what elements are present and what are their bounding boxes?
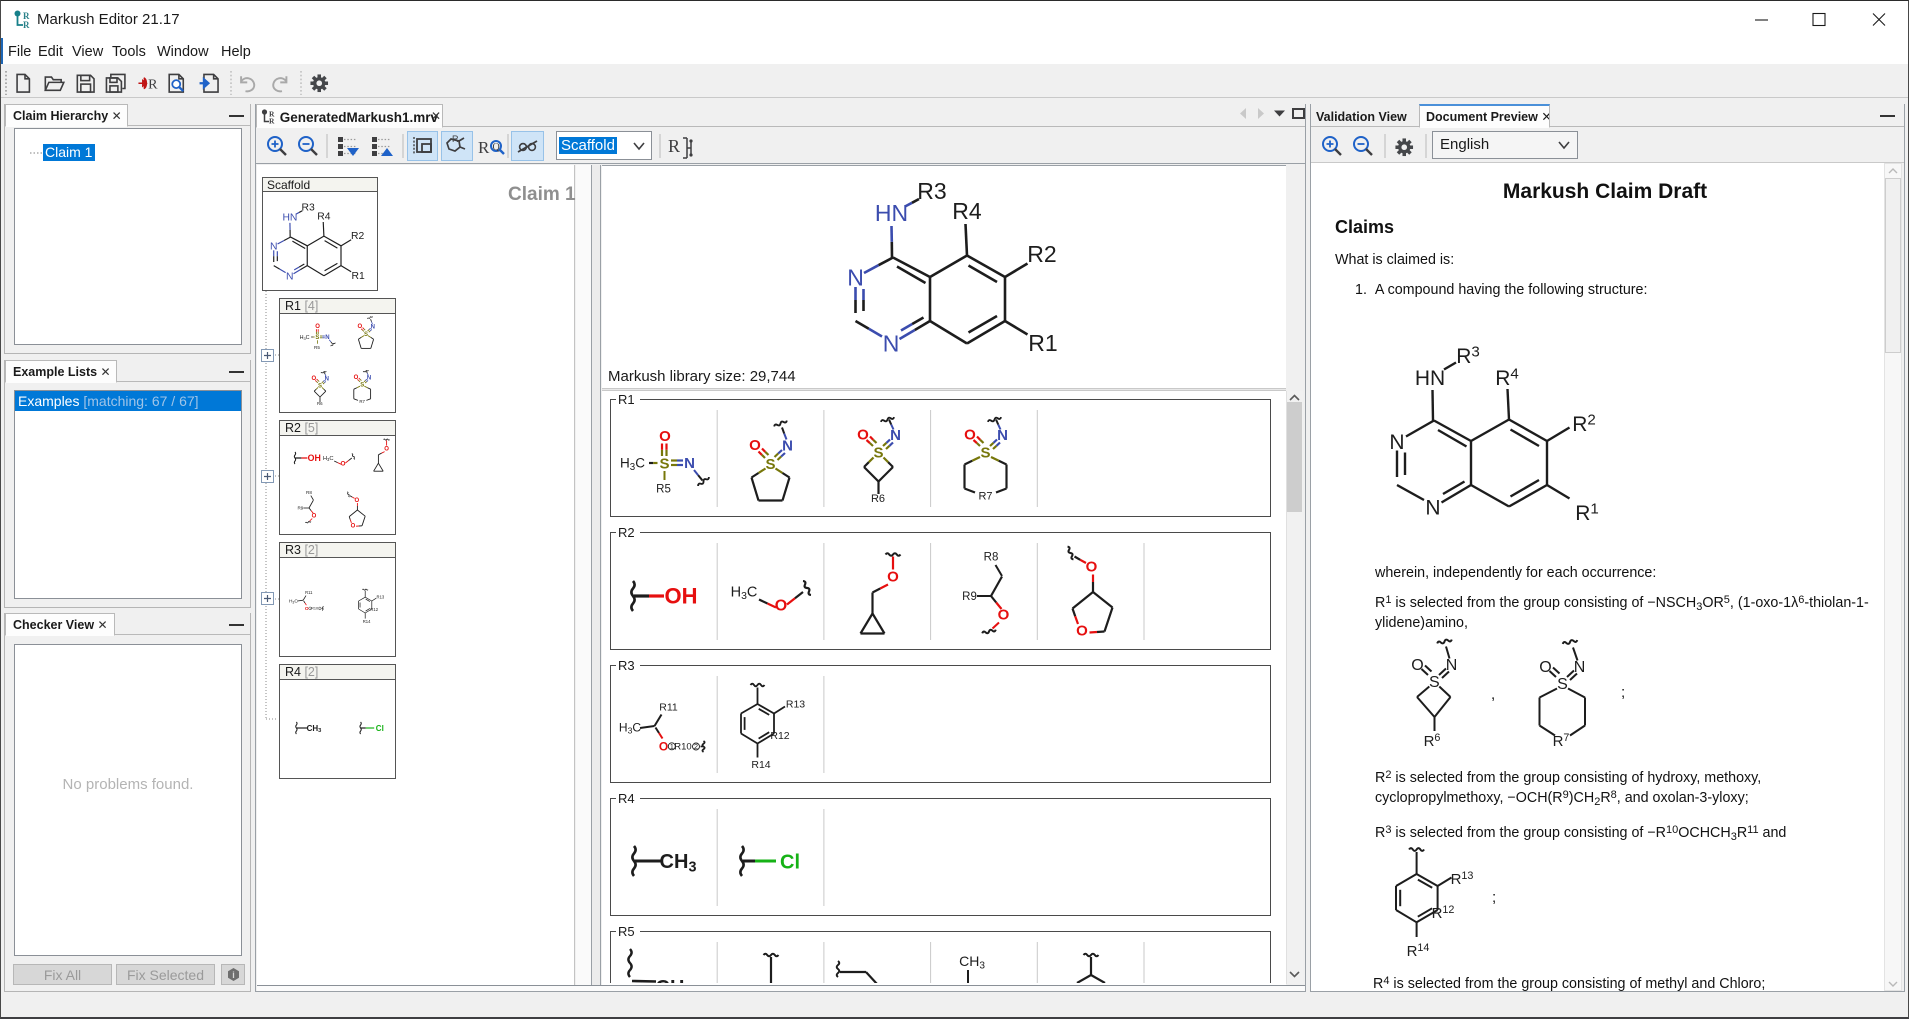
- svg-text:R3: R3: [618, 658, 635, 673]
- svg-text:R5: R5: [618, 924, 635, 939]
- svg-text:R4: R4: [618, 791, 635, 806]
- svg-text:R: R: [452, 134, 459, 144]
- svg-text:R1: R1: [618, 392, 635, 407]
- svg-text:R: R: [269, 117, 275, 125]
- svg-text:R: R: [23, 20, 30, 29]
- svg-text:i: i: [232, 970, 235, 980]
- svg-text:Q: Q: [493, 142, 501, 153]
- svg-text:R2: R2: [618, 525, 635, 540]
- svg-text:R: R: [148, 77, 158, 93]
